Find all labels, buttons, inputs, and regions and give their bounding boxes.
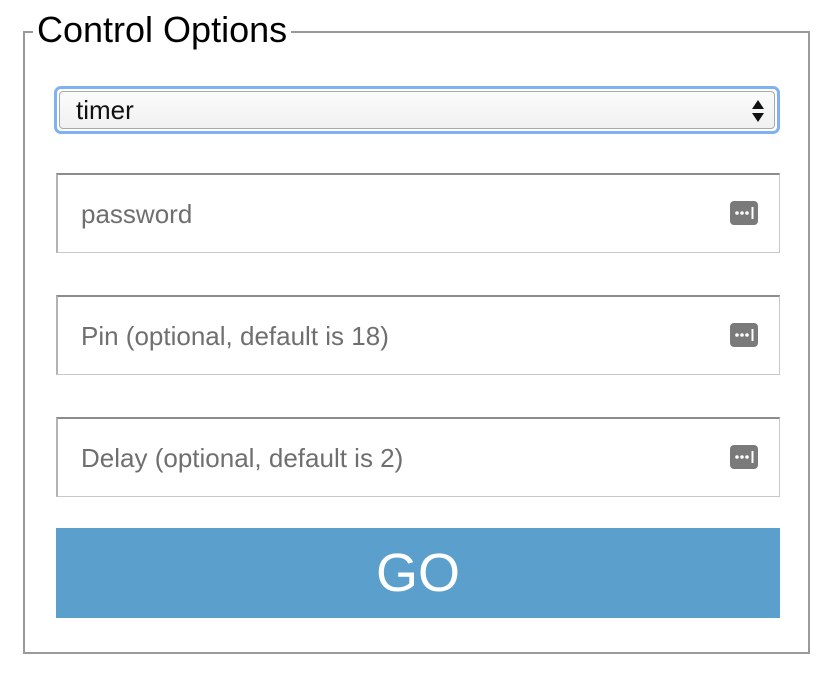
pin-placeholder: Pin (optional, default is 18) [81,321,389,351]
password-key-icon[interactable] [730,323,758,347]
go-button[interactable]: GO [56,528,780,618]
select-updown-arrows-icon [752,100,764,122]
password-field[interactable]: password [56,173,780,253]
password-placeholder: password [81,199,193,229]
mode-select[interactable]: timer [54,86,780,134]
delay-field[interactable]: Delay (optional, default is 2) [56,417,780,497]
password-key-icon[interactable] [730,201,758,225]
mode-select-box[interactable]: timer [59,91,775,129]
mode-select-value: timer [76,95,134,125]
password-key-icon[interactable] [730,445,758,469]
fieldset-legend: Control Options [33,8,292,52]
delay-placeholder: Delay (optional, default is 2) [81,443,404,473]
pin-field[interactable]: Pin (optional, default is 18) [56,295,780,375]
